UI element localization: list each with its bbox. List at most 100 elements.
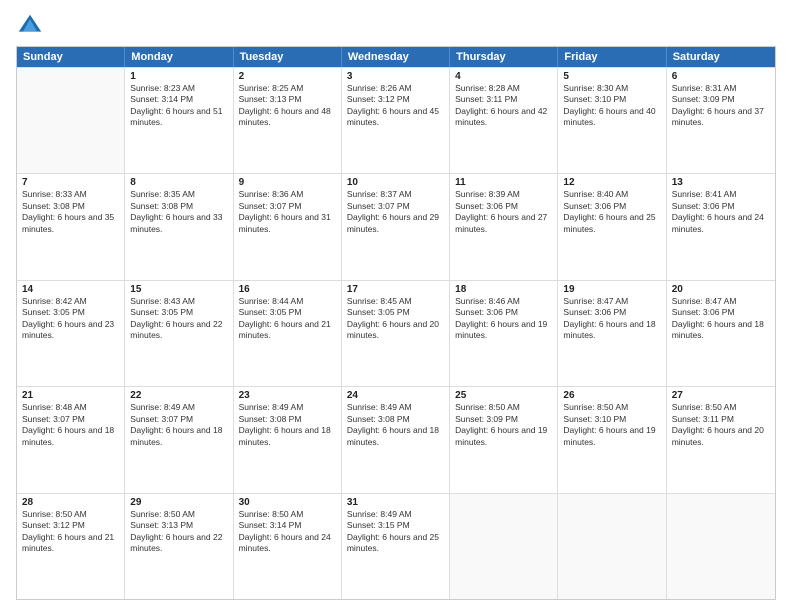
day-info: Sunrise: 8:23 AMSunset: 3:14 PMDaylight:… [130,83,227,129]
header-day-thursday: Thursday [450,47,558,67]
day-info: Sunrise: 8:50 AMSunset: 3:13 PMDaylight:… [130,509,227,555]
calendar-cell [450,494,558,599]
header-day-friday: Friday [558,47,666,67]
day-number: 19 [563,284,660,295]
day-info: Sunrise: 8:25 AMSunset: 3:13 PMDaylight:… [239,83,336,129]
calendar-week-2: 14Sunrise: 8:42 AMSunset: 3:05 PMDayligh… [17,280,775,386]
calendar-week-3: 21Sunrise: 8:48 AMSunset: 3:07 PMDayligh… [17,386,775,492]
day-number: 1 [130,71,227,82]
day-info: Sunrise: 8:49 AMSunset: 3:08 PMDaylight:… [347,402,444,448]
calendar-cell: 18Sunrise: 8:46 AMSunset: 3:06 PMDayligh… [450,281,558,386]
day-number: 25 [455,390,552,401]
calendar-cell: 5Sunrise: 8:30 AMSunset: 3:10 PMDaylight… [558,68,666,173]
day-number: 15 [130,284,227,295]
calendar-body: 1Sunrise: 8:23 AMSunset: 3:14 PMDaylight… [17,67,775,599]
header-day-wednesday: Wednesday [342,47,450,67]
day-number: 30 [239,497,336,508]
day-number: 5 [563,71,660,82]
calendar-cell: 13Sunrise: 8:41 AMSunset: 3:06 PMDayligh… [667,174,775,279]
day-number: 21 [22,390,119,401]
calendar-cell: 4Sunrise: 8:28 AMSunset: 3:11 PMDaylight… [450,68,558,173]
calendar-cell [17,68,125,173]
day-number: 23 [239,390,336,401]
day-info: Sunrise: 8:50 AMSunset: 3:10 PMDaylight:… [563,402,660,448]
day-number: 20 [672,284,770,295]
day-number: 8 [130,177,227,188]
calendar-cell: 26Sunrise: 8:50 AMSunset: 3:10 PMDayligh… [558,387,666,492]
day-info: Sunrise: 8:50 AMSunset: 3:11 PMDaylight:… [672,402,770,448]
calendar-cell: 6Sunrise: 8:31 AMSunset: 3:09 PMDaylight… [667,68,775,173]
day-number: 9 [239,177,336,188]
day-info: Sunrise: 8:41 AMSunset: 3:06 PMDaylight:… [672,189,770,235]
calendar-cell: 10Sunrise: 8:37 AMSunset: 3:07 PMDayligh… [342,174,450,279]
calendar-cell: 19Sunrise: 8:47 AMSunset: 3:06 PMDayligh… [558,281,666,386]
day-info: Sunrise: 8:39 AMSunset: 3:06 PMDaylight:… [455,189,552,235]
day-info: Sunrise: 8:36 AMSunset: 3:07 PMDaylight:… [239,189,336,235]
day-info: Sunrise: 8:48 AMSunset: 3:07 PMDaylight:… [22,402,119,448]
day-number: 4 [455,71,552,82]
calendar-cell: 21Sunrise: 8:48 AMSunset: 3:07 PMDayligh… [17,387,125,492]
day-info: Sunrise: 8:49 AMSunset: 3:07 PMDaylight:… [130,402,227,448]
calendar-cell: 28Sunrise: 8:50 AMSunset: 3:12 PMDayligh… [17,494,125,599]
day-number: 27 [672,390,770,401]
calendar-cell: 30Sunrise: 8:50 AMSunset: 3:14 PMDayligh… [234,494,342,599]
day-info: Sunrise: 8:42 AMSunset: 3:05 PMDaylight:… [22,296,119,342]
day-info: Sunrise: 8:50 AMSunset: 3:14 PMDaylight:… [239,509,336,555]
day-number: 12 [563,177,660,188]
page: SundayMondayTuesdayWednesdayThursdayFrid… [0,0,792,612]
day-number: 11 [455,177,552,188]
day-number: 16 [239,284,336,295]
day-number: 2 [239,71,336,82]
calendar-cell: 12Sunrise: 8:40 AMSunset: 3:06 PMDayligh… [558,174,666,279]
day-info: Sunrise: 8:31 AMSunset: 3:09 PMDaylight:… [672,83,770,129]
logo [16,12,48,40]
calendar-cell: 3Sunrise: 8:26 AMSunset: 3:12 PMDaylight… [342,68,450,173]
calendar-cell: 27Sunrise: 8:50 AMSunset: 3:11 PMDayligh… [667,387,775,492]
header-day-sunday: Sunday [17,47,125,67]
day-number: 3 [347,71,444,82]
calendar-cell: 16Sunrise: 8:44 AMSunset: 3:05 PMDayligh… [234,281,342,386]
calendar-cell: 8Sunrise: 8:35 AMSunset: 3:08 PMDaylight… [125,174,233,279]
day-info: Sunrise: 8:43 AMSunset: 3:05 PMDaylight:… [130,296,227,342]
day-info: Sunrise: 8:26 AMSunset: 3:12 PMDaylight:… [347,83,444,129]
calendar-cell: 2Sunrise: 8:25 AMSunset: 3:13 PMDaylight… [234,68,342,173]
day-number: 26 [563,390,660,401]
calendar-cell: 29Sunrise: 8:50 AMSunset: 3:13 PMDayligh… [125,494,233,599]
calendar-cell: 1Sunrise: 8:23 AMSunset: 3:14 PMDaylight… [125,68,233,173]
calendar-cell: 9Sunrise: 8:36 AMSunset: 3:07 PMDaylight… [234,174,342,279]
day-number: 24 [347,390,444,401]
calendar-cell [558,494,666,599]
day-info: Sunrise: 8:35 AMSunset: 3:08 PMDaylight:… [130,189,227,235]
calendar-cell: 31Sunrise: 8:49 AMSunset: 3:15 PMDayligh… [342,494,450,599]
day-info: Sunrise: 8:37 AMSunset: 3:07 PMDaylight:… [347,189,444,235]
day-info: Sunrise: 8:30 AMSunset: 3:10 PMDaylight:… [563,83,660,129]
day-number: 10 [347,177,444,188]
calendar-cell: 7Sunrise: 8:33 AMSunset: 3:08 PMDaylight… [17,174,125,279]
day-number: 31 [347,497,444,508]
day-info: Sunrise: 8:47 AMSunset: 3:06 PMDaylight:… [672,296,770,342]
calendar-cell: 14Sunrise: 8:42 AMSunset: 3:05 PMDayligh… [17,281,125,386]
day-info: Sunrise: 8:50 AMSunset: 3:12 PMDaylight:… [22,509,119,555]
day-info: Sunrise: 8:46 AMSunset: 3:06 PMDaylight:… [455,296,552,342]
day-info: Sunrise: 8:45 AMSunset: 3:05 PMDaylight:… [347,296,444,342]
day-number: 29 [130,497,227,508]
day-info: Sunrise: 8:44 AMSunset: 3:05 PMDaylight:… [239,296,336,342]
day-info: Sunrise: 8:33 AMSunset: 3:08 PMDaylight:… [22,189,119,235]
day-info: Sunrise: 8:49 AMSunset: 3:08 PMDaylight:… [239,402,336,448]
calendar-cell: 17Sunrise: 8:45 AMSunset: 3:05 PMDayligh… [342,281,450,386]
calendar-week-0: 1Sunrise: 8:23 AMSunset: 3:14 PMDaylight… [17,67,775,173]
header-day-saturday: Saturday [667,47,775,67]
day-number: 22 [130,390,227,401]
day-number: 7 [22,177,119,188]
day-number: 14 [22,284,119,295]
day-number: 13 [672,177,770,188]
calendar-cell [667,494,775,599]
calendar-cell: 22Sunrise: 8:49 AMSunset: 3:07 PMDayligh… [125,387,233,492]
day-info: Sunrise: 8:40 AMSunset: 3:06 PMDaylight:… [563,189,660,235]
calendar-week-1: 7Sunrise: 8:33 AMSunset: 3:08 PMDaylight… [17,173,775,279]
header-day-monday: Monday [125,47,233,67]
day-number: 18 [455,284,552,295]
calendar-header: SundayMondayTuesdayWednesdayThursdayFrid… [17,47,775,67]
logo-icon [16,12,44,40]
header [16,12,776,40]
